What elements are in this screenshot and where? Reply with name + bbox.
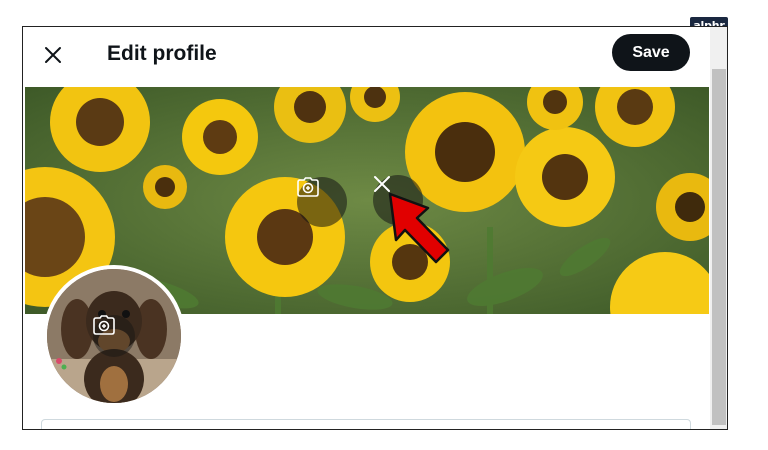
- avatar: [43, 265, 185, 407]
- add-photo-icon: [93, 315, 115, 335]
- save-button[interactable]: Save: [612, 34, 690, 71]
- page-title: Edit profile: [107, 42, 217, 65]
- add-photo-icon: [297, 177, 319, 197]
- close-icon: [45, 47, 61, 63]
- banner-change-photo-button[interactable]: [297, 177, 347, 227]
- avatar-change-photo-button[interactable]: [93, 315, 135, 357]
- edit-profile-dialog: Edit profile Save: [22, 26, 728, 430]
- scrollbar[interactable]: [710, 27, 727, 429]
- close-button[interactable]: [37, 39, 69, 71]
- scrollbar-thumb[interactable]: [712, 69, 726, 425]
- red-arrow-pointer: [388, 192, 450, 264]
- name-input[interactable]: [42, 420, 690, 429]
- name-field[interactable]: [41, 419, 691, 429]
